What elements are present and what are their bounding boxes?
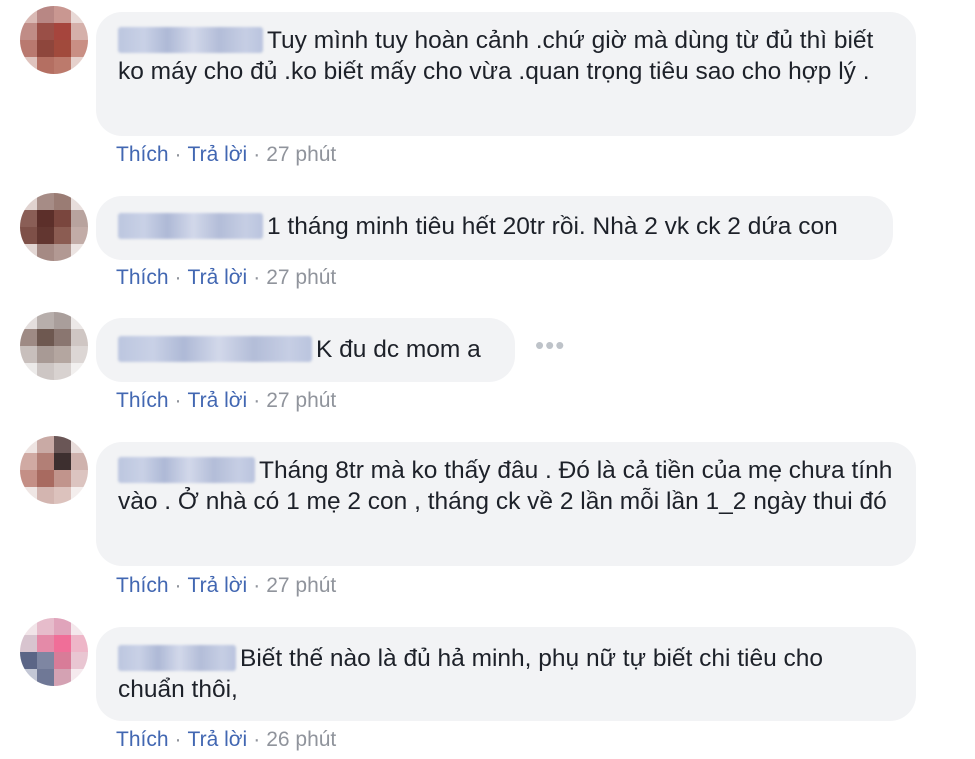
like-link[interactable]: Thích	[116, 728, 169, 751]
like-link[interactable]: Thích	[116, 389, 169, 412]
comment-text: 1 tháng minh tiêu hết 20tr rồi. Nhà 2 vk…	[267, 213, 838, 240]
separator-dot: ·	[174, 389, 182, 412]
avatar[interactable]	[20, 193, 88, 261]
commenter-name[interactable]	[118, 645, 236, 671]
comment-timestamp[interactable]: 27 phút	[266, 574, 336, 597]
reply-link[interactable]: Trả lời	[188, 389, 248, 412]
comment-bubble: Tuy mình tuy hoàn cảnh .chứ giờ mà dùng …	[96, 12, 916, 136]
separator-dot: ·	[174, 143, 182, 166]
separator-dot: ·	[253, 728, 261, 751]
comment-bubble: K đu dc mom a	[96, 318, 515, 382]
separator-dot: ·	[174, 574, 182, 597]
comment-timestamp[interactable]: 26 phút	[266, 728, 336, 751]
separator-dot: ·	[253, 389, 261, 412]
reply-link[interactable]: Trả lời	[188, 266, 248, 289]
comment-actions: Thích · Trả lời · 27 phút	[116, 574, 336, 598]
commenter-name[interactable]	[118, 27, 263, 53]
comment-actions: Thích · Trả lời · 26 phút	[116, 728, 336, 752]
separator-dot: ·	[253, 574, 261, 597]
avatar[interactable]	[20, 312, 88, 380]
avatar[interactable]	[20, 436, 88, 504]
like-link[interactable]: Thích	[116, 574, 169, 597]
separator-dot: ·	[174, 266, 182, 289]
comment-actions: Thích · Trả lời · 27 phút	[116, 266, 336, 290]
comment-bubble: 1 tháng minh tiêu hết 20tr rồi. Nhà 2 vk…	[96, 196, 893, 260]
commenter-name[interactable]	[118, 336, 312, 362]
commenter-name[interactable]	[118, 213, 263, 239]
separator-dot: ·	[174, 728, 182, 751]
comment-text: K đu dc mom a	[316, 336, 481, 363]
avatar[interactable]	[20, 6, 88, 74]
comment-actions: Thích · Trả lời · 27 phút	[116, 143, 336, 167]
separator-dot: ·	[253, 143, 261, 166]
like-link[interactable]: Thích	[116, 143, 169, 166]
comment-actions: Thích · Trả lời · 27 phút	[116, 389, 336, 413]
like-link[interactable]: Thích	[116, 266, 169, 289]
avatar[interactable]	[20, 618, 88, 686]
comment-timestamp[interactable]: 27 phút	[266, 266, 336, 289]
comment-timestamp[interactable]: 27 phút	[266, 143, 336, 166]
reply-link[interactable]: Trả lời	[188, 143, 248, 166]
comment-bubble: Biết thế nào là đủ hả minh, phụ nữ tự bi…	[96, 627, 916, 721]
separator-dot: ·	[253, 266, 261, 289]
more-options-icon[interactable]: •••	[535, 330, 565, 361]
reply-link[interactable]: Trả lời	[188, 574, 248, 597]
comment-bubble: Tháng 8tr mà ko thấy đâu . Đó là cả tiền…	[96, 442, 916, 566]
reply-link[interactable]: Trả lời	[188, 728, 248, 751]
commenter-name[interactable]	[118, 457, 255, 483]
comment-timestamp[interactable]: 27 phút	[266, 389, 336, 412]
